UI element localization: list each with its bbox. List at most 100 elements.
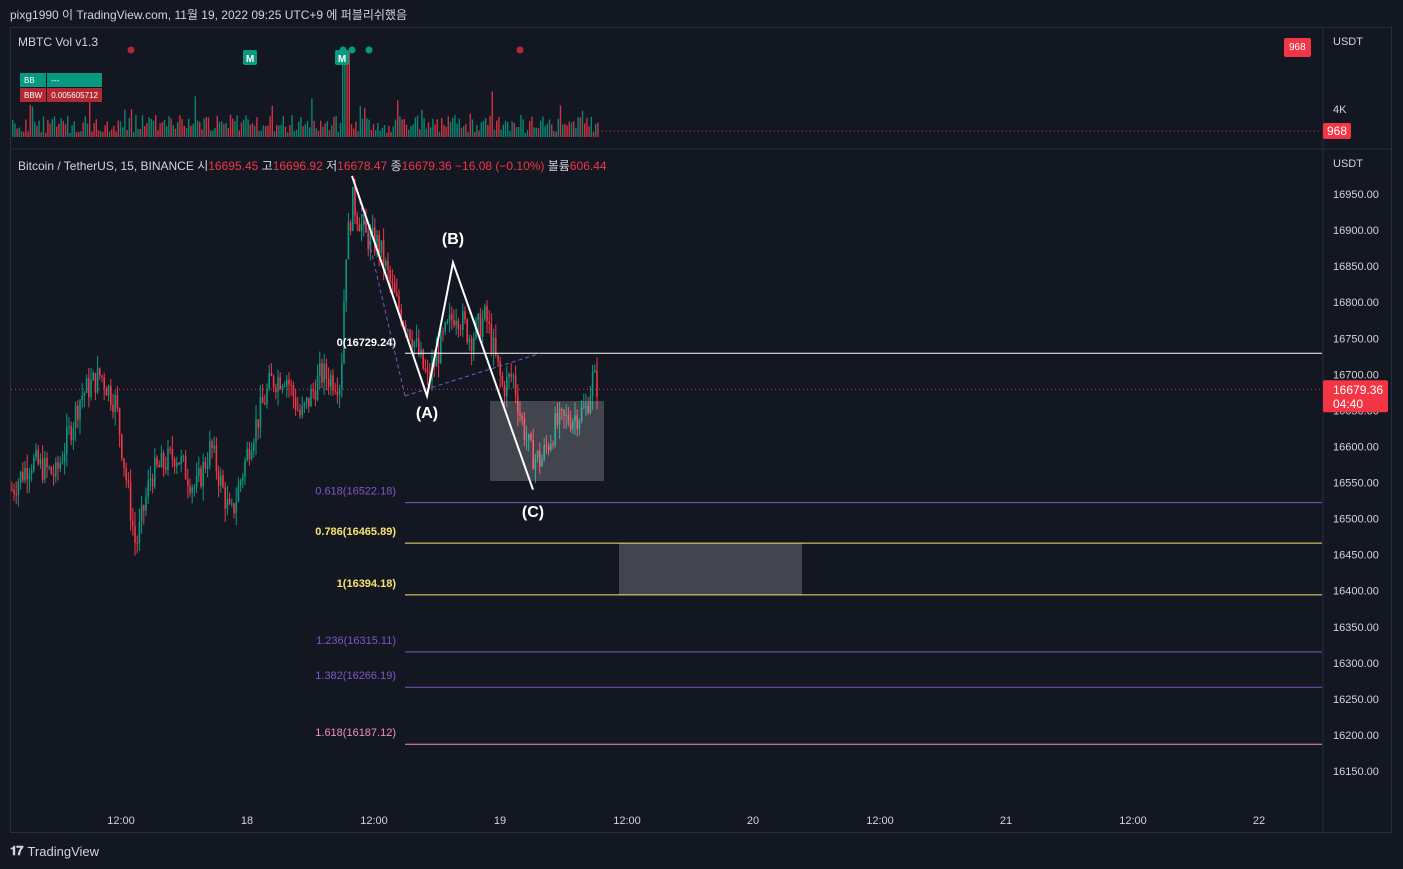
- x-tick-label: 12:00: [1119, 815, 1147, 827]
- candle-body: [490, 323, 493, 353]
- volume-indicator-title[interactable]: MBTC Vol v1.3: [18, 35, 98, 49]
- volume-bar: [559, 105, 562, 137]
- volume-bar: [557, 118, 559, 137]
- volume-bar: [592, 131, 595, 137]
- volume-bar: [183, 125, 185, 137]
- volume-label: 볼륨: [547, 159, 570, 173]
- volume-bar: [115, 131, 117, 137]
- candle-body: [268, 373, 270, 389]
- candle-body: [242, 476, 244, 481]
- volume-bar: [584, 123, 586, 137]
- candle-body: [83, 392, 86, 396]
- volume-bar: [520, 115, 522, 137]
- volume-bar: [139, 129, 141, 137]
- volume-bar: [463, 126, 465, 137]
- volume-bar: [27, 131, 29, 137]
- volume-bar: [47, 119, 49, 137]
- bb-value: ---: [47, 73, 102, 87]
- symbol-name[interactable]: Bitcoin / TetherUS, 15, BINANCE: [18, 159, 194, 173]
- volume-bar: [333, 117, 335, 137]
- candle-body: [312, 389, 314, 391]
- candle-body: [303, 403, 306, 407]
- candle-body: [453, 319, 455, 326]
- volume-bar: [293, 131, 295, 137]
- volume-bar: [62, 120, 64, 137]
- candle-body: [495, 337, 497, 355]
- volume-bar: [375, 130, 377, 137]
- volume-bar: [401, 119, 403, 137]
- volume-bar: [232, 118, 234, 137]
- volume-bar: [322, 126, 324, 137]
- volume-bar: [174, 128, 177, 137]
- candle-body: [330, 375, 332, 387]
- candle-body: [369, 232, 372, 250]
- volume-bar: [207, 117, 210, 137]
- volume-bar: [313, 120, 315, 137]
- candle-body: [11, 489, 13, 491]
- volume-bar: [38, 120, 40, 137]
- volume-bar: [97, 130, 100, 137]
- volume-bar: [152, 120, 155, 137]
- y-tick-label: 16150.00: [1333, 766, 1379, 778]
- volume-bar: [570, 122, 573, 137]
- candle-body: [123, 458, 125, 468]
- candle-body: [499, 361, 501, 376]
- volume-bar: [119, 121, 122, 137]
- fib-anchor-line: [357, 193, 406, 397]
- volume-bar: [317, 130, 320, 137]
- volume-bar: [216, 115, 218, 137]
- volume-bar: [172, 125, 174, 137]
- wave-label: (A): [416, 405, 438, 422]
- y-tick-label: 16700.00: [1333, 369, 1379, 381]
- candle-body: [497, 354, 499, 362]
- volume-bar: [201, 129, 203, 137]
- volume-bar: [146, 123, 148, 137]
- volume-bar: [355, 121, 357, 137]
- volume-bar: [267, 125, 269, 137]
- candle-body: [193, 487, 196, 489]
- y-tick-label: 16300.00: [1333, 658, 1379, 670]
- volume-bar: [192, 123, 194, 137]
- candle-body: [167, 448, 169, 471]
- candle-body: [266, 388, 268, 405]
- volume-bar: [75, 132, 78, 137]
- volume-bar: [364, 107, 366, 137]
- candle-body: [114, 395, 116, 412]
- highlight-box: [490, 401, 604, 481]
- volume-bar: [496, 120, 498, 137]
- volume-bar: [210, 130, 212, 137]
- volume-bar: [480, 122, 482, 137]
- y-tick-label: 16600.00: [1333, 441, 1379, 453]
- candle-body: [44, 457, 46, 480]
- candle-body: [440, 331, 442, 364]
- volume-bar: [353, 128, 355, 137]
- fib-label: 1(16394.18): [337, 578, 397, 590]
- candle-body: [255, 419, 257, 443]
- volume-bar: [214, 128, 216, 137]
- volume-bar: [489, 116, 491, 137]
- candle-body: [81, 395, 83, 401]
- volume-bar: [194, 96, 196, 137]
- volume-bar: [155, 115, 157, 137]
- volume-bar: [366, 118, 368, 137]
- candle-body: [246, 448, 248, 461]
- candle-body: [222, 475, 224, 488]
- volume-bar: [256, 117, 258, 137]
- candle-body: [66, 426, 68, 454]
- volume-bar: [476, 125, 478, 137]
- x-tick-label: 19: [494, 815, 506, 827]
- volume-bar: [45, 132, 47, 137]
- volume-bar: [529, 121, 531, 137]
- high-label: 고: [261, 159, 273, 173]
- tradingview-footer[interactable]: 𝟏𝟕 TradingView: [10, 843, 99, 859]
- candle-body: [171, 448, 174, 459]
- candle-body: [354, 186, 356, 216]
- candle-body: [301, 406, 303, 416]
- candle-body: [209, 440, 211, 466]
- target-zone-box: [619, 543, 802, 595]
- candle-body: [451, 314, 453, 320]
- volume-bar: [144, 125, 146, 137]
- volume-bar: [326, 121, 328, 137]
- volume-bar: [71, 125, 73, 137]
- chart-canvas[interactable]: 16950.00 16900.00 16850.00 16800.00 16750.00…: [0, 0, 1403, 869]
